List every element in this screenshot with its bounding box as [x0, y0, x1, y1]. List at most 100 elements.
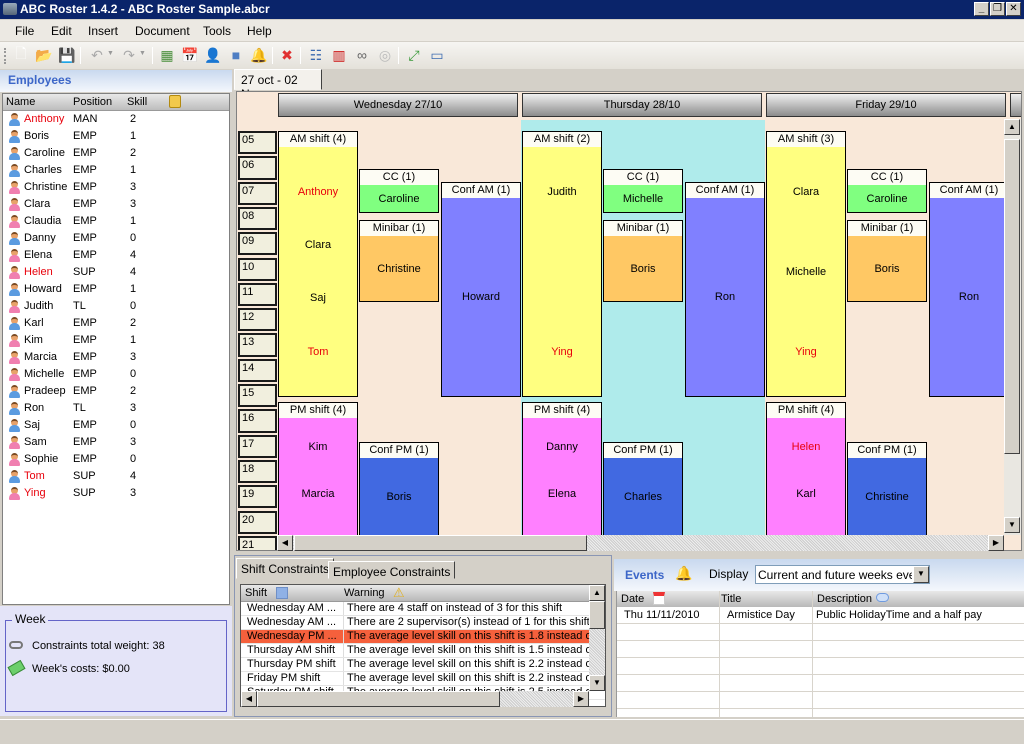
- day-header-partial[interactable]: [1010, 93, 1021, 117]
- link-icon[interactable]: ∞: [353, 46, 371, 64]
- shift-staff-name[interactable]: Charles: [604, 491, 682, 503]
- scroll-up-button[interactable]: ▲: [1004, 119, 1020, 135]
- shift-block[interactable]: AM shift (3) Clara Michelle Ying: [766, 131, 846, 397]
- employee-row[interactable]: Karl EMP 2: [3, 315, 229, 332]
- shift-staff-name[interactable]: Karl: [767, 488, 845, 500]
- schedule-horizontal-scrollbar[interactable]: ◀ ▶: [277, 535, 1004, 551]
- shift-staff-name[interactable]: Christine: [848, 491, 926, 503]
- employee-row[interactable]: Judith TL 0: [3, 298, 229, 315]
- employee-row[interactable]: Clara EMP 3: [3, 196, 229, 213]
- employee-row[interactable]: Elena EMP 4: [3, 247, 229, 264]
- shift-block[interactable]: AM shift (2) Judith Ying: [522, 131, 602, 397]
- close-window-icon[interactable]: ▭: [428, 46, 446, 64]
- undo-dropdown-icon[interactable]: ▼: [107, 50, 114, 57]
- shift-block[interactable]: Minibar (1) Boris: [847, 219, 927, 302]
- employee-row[interactable]: Howard EMP 1: [3, 281, 229, 298]
- employee-row[interactable]: Michelle EMP 0: [3, 366, 229, 383]
- redo-dropdown-icon[interactable]: ▼: [139, 50, 146, 57]
- employee-row[interactable]: Danny EMP 0: [3, 230, 229, 247]
- column-date[interactable]: Date: [621, 593, 644, 605]
- column-description[interactable]: Description: [817, 593, 872, 605]
- menu-document[interactable]: Document: [135, 24, 190, 38]
- employee-row[interactable]: Boris EMP 1: [3, 128, 229, 145]
- scroll-left-button[interactable]: ◀: [277, 535, 293, 551]
- menu-help[interactable]: Help: [247, 24, 272, 38]
- shift-block[interactable]: Conf AM (1) Ron: [929, 181, 1009, 397]
- day-header[interactable]: Thursday 28/10: [522, 93, 762, 117]
- constraint-row[interactable]: Wednesday AM ... There are 4 staff on ins…: [241, 602, 605, 616]
- add-employee-icon[interactable]: 👤: [204, 46, 222, 64]
- shift-staff-name[interactable]: Boris: [360, 491, 438, 503]
- constraint-row[interactable]: Wednesday PM ... The average level skill …: [241, 630, 605, 644]
- column-skill[interactable]: Skill: [127, 96, 147, 108]
- tab-week[interactable]: 27 oct - 02 Nov: [234, 69, 322, 101]
- employee-row[interactable]: Christine EMP 3: [3, 179, 229, 196]
- constraints-scroll-left[interactable]: ◀: [241, 691, 257, 707]
- shift-staff-name[interactable]: Saj: [279, 292, 357, 304]
- display-select[interactable]: Current and future weeks events ▼: [755, 565, 930, 584]
- shift-staff-name[interactable]: Ron: [686, 291, 764, 303]
- shift-staff-name[interactable]: Boris: [848, 263, 926, 275]
- shift-staff-name[interactable]: Caroline: [848, 193, 926, 205]
- shift-block[interactable]: AM shift (4) Anthony Clara Saj Tom: [278, 131, 358, 397]
- shift-block[interactable]: Minibar (1) Christine: [359, 219, 439, 302]
- shift-staff-name[interactable]: Clara: [767, 186, 845, 198]
- employee-row[interactable]: Claudia EMP 1: [3, 213, 229, 230]
- shift-block[interactable]: PM shift (4)KimMarciaSophie: [278, 401, 358, 550]
- disabled-icon[interactable]: ◎: [376, 46, 394, 64]
- event-row[interactable]: Thu 11/11/2010 Armistice Day Public Holida…: [617, 607, 1024, 624]
- chart-icon[interactable]: ▥: [330, 46, 348, 64]
- shift-staff-name[interactable]: Elena: [523, 488, 601, 500]
- shift-staff-name[interactable]: Michelle: [767, 266, 845, 278]
- shift-staff-name[interactable]: Tom: [279, 346, 357, 358]
- shift-block[interactable]: CC (1) Caroline: [847, 168, 927, 214]
- column-title[interactable]: Title: [721, 593, 741, 605]
- employee-row[interactable]: Caroline EMP 2: [3, 145, 229, 162]
- add-event-icon[interactable]: 🔔: [250, 46, 268, 64]
- scroll-down-button[interactable]: ▼: [1004, 517, 1020, 533]
- shift-block[interactable]: Minibar (1) Boris: [603, 219, 683, 302]
- column-name[interactable]: Name: [6, 96, 35, 108]
- shift-staff-name[interactable]: Danny: [523, 441, 601, 453]
- scroll-right-button[interactable]: ▶: [988, 535, 1004, 551]
- constraint-row[interactable]: Thursday AM shift The average level skill…: [241, 644, 605, 658]
- shift-block[interactable]: CC (1) Michelle: [603, 168, 683, 214]
- lock-icon[interactable]: [169, 95, 181, 108]
- shift-block[interactable]: PM shift (4)DannyElenaHelen: [522, 401, 602, 550]
- properties-icon[interactable]: ☷: [307, 46, 325, 64]
- shift-block[interactable]: Conf AM (1) Ron: [685, 181, 765, 397]
- scroll-thumb[interactable]: [1004, 139, 1020, 454]
- tab-employee-constraints[interactable]: Employee Constraints: [328, 561, 456, 579]
- menu-insert[interactable]: Insert: [88, 24, 118, 38]
- shift-staff-name[interactable]: Marcia: [279, 488, 357, 500]
- schedule-vertical-scrollbar[interactable]: ▲ ▼: [1004, 119, 1021, 535]
- day-header[interactable]: Wednesday 27/10: [278, 93, 518, 117]
- constraints-scroll-up[interactable]: ▲: [589, 585, 605, 601]
- add-shift-icon[interactable]: ■: [227, 46, 245, 64]
- delete-icon[interactable]: ✖: [278, 46, 296, 64]
- employee-row[interactable]: Marcia EMP 3: [3, 349, 229, 366]
- constraints-scroll-thumb-h[interactable]: [257, 691, 500, 707]
- day-header[interactable]: Friday 29/10: [766, 93, 1006, 117]
- shift-block[interactable]: CC (1) Caroline: [359, 168, 439, 214]
- tab-shift-constraints[interactable]: Shift Constraints: [236, 558, 335, 579]
- shift-block[interactable]: PM shift (4)HelenKarlKim: [766, 401, 846, 550]
- employee-row[interactable]: Ying SUP 3: [3, 485, 229, 502]
- close-button[interactable]: ✕: [1006, 2, 1021, 16]
- new-document-icon[interactable]: 🗋: [12, 45, 30, 64]
- shift-staff-name[interactable]: Caroline: [360, 193, 438, 205]
- add-week-icon[interactable]: ▦: [158, 46, 176, 64]
- employee-row[interactable]: Sophie EMP 0: [3, 451, 229, 468]
- column-warning[interactable]: Warning: [344, 587, 385, 599]
- open-folder-icon[interactable]: 📂: [35, 46, 53, 64]
- employee-row[interactable]: Ron TL 3: [3, 400, 229, 417]
- constraints-scroll-down[interactable]: ▼: [589, 675, 605, 691]
- shift-staff-name[interactable]: Anthony: [279, 186, 357, 198]
- constraint-row[interactable]: Wednesday AM ... There are 2 supervisor(s…: [241, 616, 605, 630]
- column-position[interactable]: Position: [73, 96, 112, 108]
- menu-file[interactable]: File: [15, 24, 34, 38]
- constraints-scroll-right[interactable]: ▶: [573, 691, 589, 707]
- scroll-thumb-h[interactable]: [294, 535, 587, 551]
- minimize-button[interactable]: _: [974, 2, 989, 16]
- undo-icon[interactable]: ↶: [88, 46, 106, 64]
